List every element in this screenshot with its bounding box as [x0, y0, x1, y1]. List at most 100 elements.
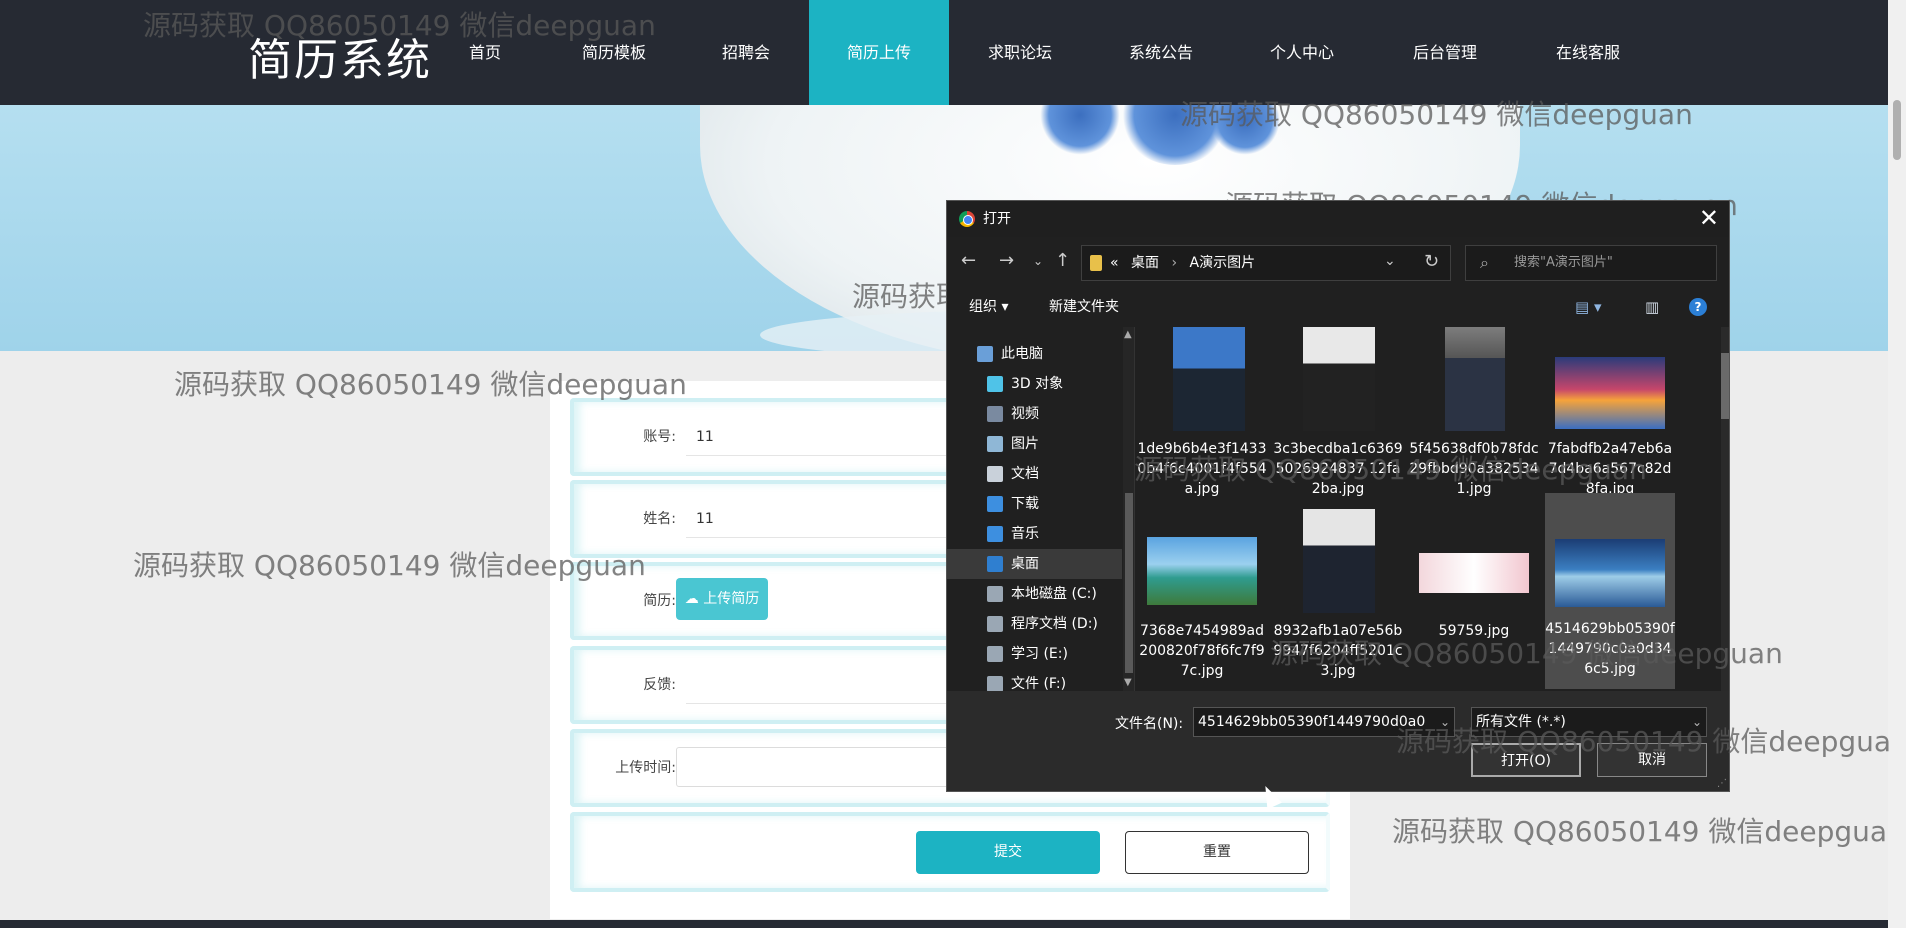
tree-scrollbar-thumb[interactable] — [1125, 493, 1133, 673]
tree-item-documents[interactable]: 文档 — [947, 459, 1122, 489]
organize-menu[interactable]: 组织 ▾ — [969, 287, 1008, 327]
breadcrumb-item-demo-pictures[interactable]: A演示图片 — [1190, 255, 1256, 271]
tree-scrollbar[interactable]: ▲ ▼ — [1123, 327, 1134, 691]
address-bar[interactable]: « 桌面 › A演示图片 ⌄ ↻ — [1081, 245, 1451, 281]
address-row: ← → ⌄ ↑ « 桌面 › A演示图片 ⌄ ↻ ⌕ 搜索"A演示图片" — [947, 237, 1729, 287]
tree-item-drive-d[interactable]: 程序文档 (D:) — [947, 609, 1122, 639]
tree-item-downloads[interactable]: 下载 — [947, 489, 1122, 519]
file-name: 7368e7454989ad200820f78f6fc7f97c.jpg — [1139, 623, 1265, 679]
back-arrow-icon[interactable]: ← — [961, 250, 976, 271]
portrait-thumbnail — [1303, 509, 1375, 613]
music-icon — [987, 526, 1003, 542]
tree-item-drive-e[interactable]: 学习 (E:) — [947, 639, 1122, 669]
help-icon[interactable]: ? — [1689, 298, 1707, 316]
tree-item-drive-c[interactable]: 本地磁盘 (C:) — [947, 579, 1122, 609]
file-open-dialog: 打开 ✕ ← → ⌄ ↑ « 桌面 › A演示图片 ⌄ ↻ ⌕ 搜索"A演示图片… — [946, 200, 1730, 792]
nav-announcements[interactable]: 系统公告 — [1116, 0, 1206, 105]
watermark: 源码获取 QQ86050149 微信deepguan — [143, 9, 656, 42]
watermark: 源码获取 QQ86050149 微信deepgua — [1392, 815, 1888, 848]
tree-item-label: 学习 (E:) — [1011, 646, 1068, 662]
tree-item-label: 图片 — [1011, 436, 1039, 452]
search-placeholder: 搜索"A演示图片" — [1514, 255, 1613, 270]
chevron-down-icon[interactable]: ⌄ — [1384, 253, 1396, 269]
watermark: 源码获取 QQ86050149 微信deepguan — [174, 368, 687, 401]
upload-resume-label: 上传简历 — [703, 591, 760, 607]
documents-icon — [987, 466, 1003, 482]
pc-icon — [977, 346, 993, 362]
reset-button[interactable]: 重置 — [1125, 831, 1309, 874]
nav-personal-center[interactable]: 个人中心 — [1260, 0, 1344, 105]
download-icon — [987, 496, 1003, 512]
upload-time-label: 上传时间: — [615, 760, 676, 776]
3d-objects-icon — [987, 376, 1003, 392]
chevron-right-icon: › — [1171, 255, 1178, 271]
page-scrollbar[interactable] — [1888, 0, 1906, 928]
tree-item-label: 文件 (F:) — [1011, 676, 1067, 691]
desktop-icon — [987, 556, 1003, 572]
upload-resume-button[interactable]: ☁ 上传简历 — [676, 578, 768, 620]
refresh-icon[interactable]: ↻ — [1424, 251, 1439, 272]
new-folder-button[interactable]: 新建文件夹 — [1049, 287, 1119, 327]
sunset-thumbnail — [1555, 357, 1665, 429]
portrait-thumbnail — [1173, 327, 1245, 431]
breadcrumb-overflow[interactable]: « — [1110, 255, 1119, 271]
up-arrow-icon[interactable]: ↑ — [1055, 250, 1070, 271]
portrait-thumbnail — [1445, 327, 1505, 431]
search-box[interactable]: ⌕ 搜索"A演示图片" — [1465, 245, 1717, 281]
tree-item-label: 下载 — [1011, 496, 1039, 512]
video-icon — [987, 406, 1003, 422]
nav-online-service[interactable]: 在线客服 — [1540, 0, 1636, 105]
portrait-thumbnail — [1303, 327, 1375, 431]
lake-thumbnail — [1555, 539, 1665, 607]
tree-item-desktop[interactable]: 桌面 — [947, 549, 1122, 579]
cloud-upload-icon: ☁ — [684, 591, 699, 607]
breadcrumb: « 桌面 › A演示图片 — [1110, 246, 1255, 280]
dialog-title: 打开 — [983, 211, 1011, 227]
scroll-down-icon[interactable]: ▼ — [1124, 677, 1132, 688]
preview-pane-icon[interactable]: ▥ — [1645, 287, 1659, 327]
tree-item-label: 视频 — [1011, 406, 1039, 422]
feedback-label: 反馈: — [643, 677, 676, 693]
wedding-thumbnail — [1419, 553, 1529, 593]
drive-icon — [987, 586, 1003, 602]
watermark: 源码获取 QQ86050149 微信deepguan — [1134, 453, 1647, 486]
view-options-icon[interactable]: ▤ ▾ — [1575, 287, 1601, 327]
tree-item-music[interactable]: 音乐 — [947, 519, 1122, 549]
tree-item-label: 音乐 — [1011, 526, 1039, 542]
tree-item-this-pc[interactable]: 此电脑 — [947, 339, 1122, 369]
search-icon: ⌕ — [1480, 253, 1489, 272]
dialog-toolbar: 组织 ▾ 新建文件夹 ▤ ▾ ▥ ? — [947, 287, 1729, 327]
recent-locations-chevron-icon[interactable]: ⌄ — [1033, 254, 1043, 268]
filename-label: 文件名(N): — [1115, 716, 1184, 732]
close-icon[interactable]: ✕ — [1699, 203, 1719, 233]
tree-item-label: 程序文档 (D:) — [1011, 616, 1098, 632]
nav-resume-upload[interactable]: 简历上传 — [809, 0, 949, 105]
watermark: 源码获取 QQ86050149 微信deepguan — [133, 549, 646, 582]
scroll-up-icon[interactable]: ▲ — [1124, 329, 1132, 340]
files-scrollbar-thumb[interactable] — [1721, 353, 1729, 419]
resize-grip-icon[interactable]: ⋰ — [1717, 778, 1727, 789]
bottom-strip — [0, 920, 1888, 928]
tree-item-video[interactable]: 视频 — [947, 399, 1122, 429]
forward-arrow-icon[interactable]: → — [999, 250, 1014, 271]
tree-item-label: 文档 — [1011, 466, 1039, 482]
account-label: 账号: — [643, 429, 676, 445]
nav-admin[interactable]: 后台管理 — [1400, 0, 1490, 105]
file-item[interactable]: 7368e7454989ad200820f78f6fc7f97c.jpg — [1137, 509, 1267, 689]
page-scrollbar-thumb[interactable] — [1893, 100, 1901, 160]
filename-value: 4514629bb05390f1449790d0a0 — [1198, 714, 1426, 730]
nav-job-fair[interactable]: 招聘会 — [706, 0, 786, 105]
beach-thumbnail — [1147, 537, 1257, 605]
nav-forum[interactable]: 求职论坛 — [976, 0, 1064, 105]
tree-item-label: 本地磁盘 (C:) — [1011, 586, 1097, 602]
tree-item-3d-objects[interactable]: 3D 对象 — [947, 369, 1122, 399]
pictures-icon — [987, 436, 1003, 452]
breadcrumb-item-desktop[interactable]: 桌面 — [1131, 255, 1159, 271]
tree-item-drive-f[interactable]: 文件 (F:) — [947, 669, 1122, 691]
tree-item-pictures[interactable]: 图片 — [947, 429, 1122, 459]
navigation-tree: 此电脑 3D 对象 视频 图片 文档 下载 音乐 桌面 本地磁盘 (C:) 程序… — [947, 327, 1135, 691]
watermark: 源码获取 QQ86050149 微信deepguan — [1180, 98, 1693, 131]
drive-icon — [987, 616, 1003, 632]
dialog-titlebar[interactable]: 打开 ✕ — [947, 201, 1729, 237]
submit-button[interactable]: 提交 — [916, 831, 1100, 874]
